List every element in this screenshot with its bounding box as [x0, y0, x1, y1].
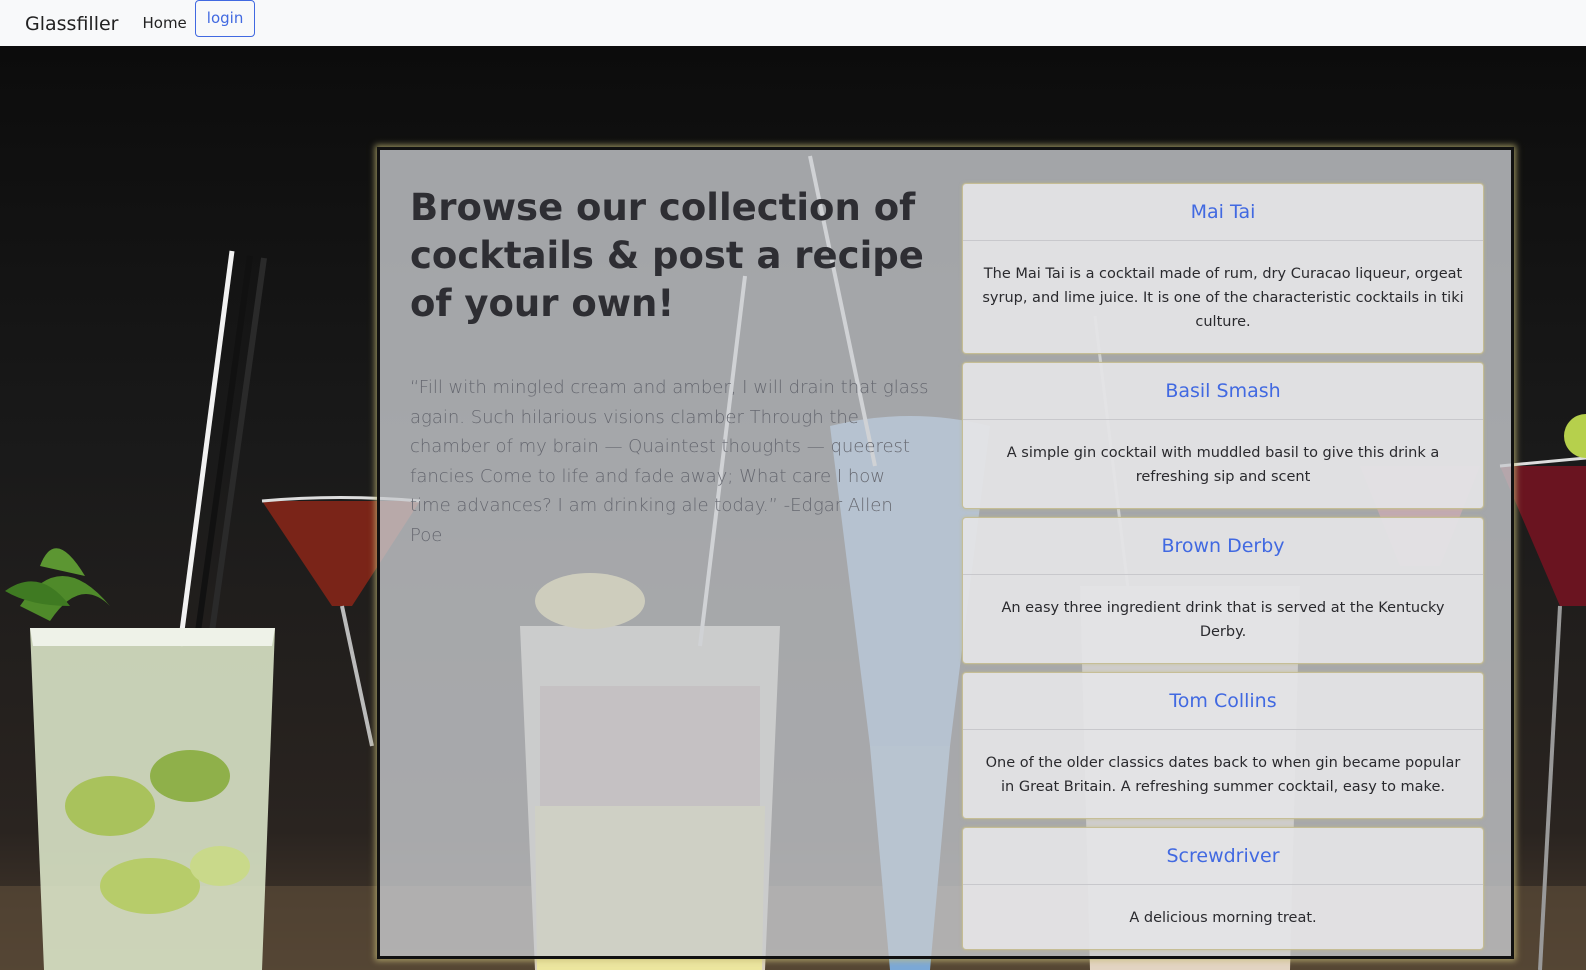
content-panel: Browse our collection of cocktails & pos… — [377, 147, 1514, 959]
cocktail-card: Basil Smash A simple gin cocktail with m… — [962, 362, 1484, 509]
cocktail-name-link[interactable]: Tom Collins — [963, 673, 1483, 730]
cocktail-name-link[interactable]: Basil Smash — [963, 363, 1483, 420]
cocktail-name-link[interactable]: Screwdriver — [963, 828, 1483, 885]
cocktail-card: Brown Derby An easy three ingredient dri… — [962, 517, 1484, 664]
poe-quote: “Fill with mingled cream and amber, I wi… — [410, 377, 929, 546]
cocktail-description: An easy three ingredient drink that is s… — [1001, 600, 1445, 640]
login-button[interactable]: login — [194, 0, 256, 37]
cocktail-card: Screwdriver A delicious morning treat. — [962, 827, 1484, 950]
brand-logo[interactable]: Glassfiller — [25, 13, 118, 35]
cocktail-card: Tom Collins One of the older classics da… — [962, 672, 1484, 819]
cocktail-name-link[interactable]: Brown Derby — [963, 518, 1483, 575]
page-title: Browse our collection of cocktails & pos… — [410, 186, 924, 325]
nav-home-link[interactable]: Home — [142, 14, 186, 32]
cocktail-description: The Mai Tai is a cocktail made of rum, d… — [982, 266, 1464, 330]
navbar: Glassfiller Home login — [0, 0, 1586, 46]
cocktail-name-link[interactable]: Mai Tai — [963, 184, 1483, 241]
cocktail-card: Mai Tai The Mai Tai is a cocktail made o… — [962, 183, 1484, 354]
cocktail-list: Mai Tai The Mai Tai is a cocktail made o… — [962, 183, 1484, 958]
cocktail-description: A delicious morning treat. — [1129, 910, 1317, 926]
cocktail-description: A simple gin cocktail with muddled basil… — [1006, 445, 1440, 485]
cocktail-description: One of the older classics dates back to … — [985, 755, 1461, 795]
hero-background: Browse our collection of cocktails & pos… — [0, 46, 1586, 970]
